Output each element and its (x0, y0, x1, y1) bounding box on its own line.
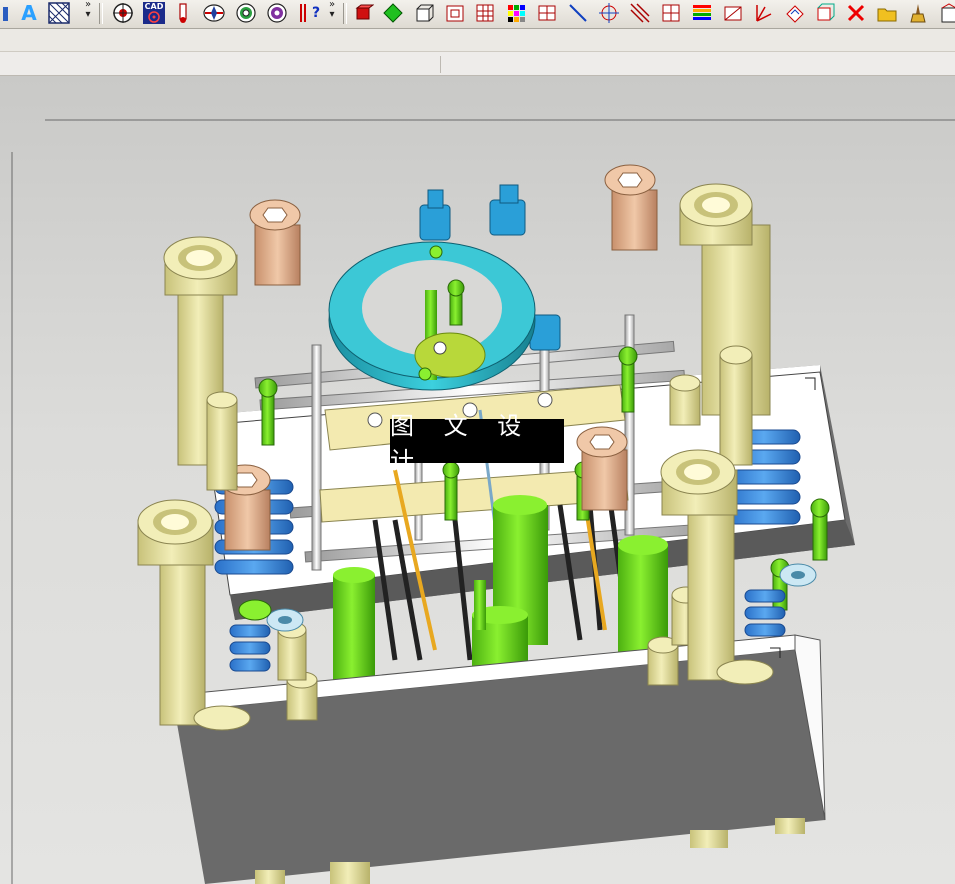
target-button[interactable] (596, 1, 622, 25)
view-cube-button[interactable] (812, 1, 838, 25)
document-tab-strip (0, 52, 955, 76)
target-icon (599, 3, 619, 23)
toolbar-separator (99, 3, 103, 24)
pattern-icon (48, 2, 70, 24)
toolbar-separator (343, 3, 347, 24)
cad-button[interactable]: CAD (141, 1, 167, 25)
axis-button[interactable] (750, 1, 776, 25)
rotate-view-icon (786, 5, 804, 23)
tab-divider (440, 56, 441, 73)
concentric-button[interactable] (233, 1, 259, 25)
overflow-glyph: » (84, 0, 92, 10)
hatch-icon (630, 3, 650, 23)
cross-grid-button[interactable] (658, 1, 684, 25)
socket-screw-back-right (604, 164, 658, 251)
mold-assembly-model (11, 119, 955, 884)
view-target-button[interactable] (110, 1, 136, 25)
line-button[interactable] (565, 1, 591, 25)
orbit-button[interactable] (264, 1, 290, 25)
section-view-button[interactable] (201, 1, 227, 25)
toolbar-overflow-1[interactable]: » ▾ (82, 0, 94, 26)
brush-icon (910, 4, 926, 23)
brush-button[interactable] (905, 1, 931, 25)
secondary-toolbar (0, 29, 955, 52)
grid-icon (476, 4, 494, 22)
red-block-icon (355, 4, 374, 20)
green-diamond-icon (383, 3, 403, 23)
grid-button[interactable] (472, 1, 498, 25)
view-target-icon (113, 3, 133, 23)
component-icon (538, 5, 556, 21)
red-block-button[interactable] (350, 1, 376, 25)
box-end-icon (941, 3, 955, 23)
line-icon (569, 4, 587, 22)
socket-screw-back-left (249, 199, 301, 286)
pattern-button[interactable] (46, 1, 72, 25)
cad-label: CAD (144, 2, 164, 11)
hatch-button[interactable] (627, 1, 653, 25)
frame-button[interactable] (442, 1, 468, 25)
toolbar-overflow-2[interactable]: » ▾ (326, 0, 338, 26)
green-diamond-button[interactable] (380, 1, 406, 25)
text-tool-button[interactable]: A (16, 1, 42, 25)
cad-target-icon (148, 11, 160, 23)
rotate-view-button[interactable] (781, 1, 807, 25)
box-end-button[interactable] (936, 1, 955, 25)
flat-part-button[interactable] (720, 1, 746, 25)
socket-screw-front-right (576, 426, 628, 511)
folder-button[interactable] (874, 1, 900, 25)
model-viewport[interactable]: 图 文 设 计 (0, 76, 955, 884)
orbit-icon (267, 3, 287, 23)
query-button[interactable]: ? (296, 1, 322, 25)
measure-button[interactable] (170, 1, 196, 25)
watermark-label: 图 文 设 计 (390, 412, 564, 475)
color-palette-icon (508, 5, 525, 22)
frame-icon (446, 5, 464, 22)
edge-icon[interactable] (0, 1, 12, 25)
cross-grid-icon (662, 4, 680, 22)
layers-button[interactable] (689, 1, 715, 25)
box-outline-button[interactable] (411, 1, 437, 25)
text-tool-glyph: A (21, 1, 37, 25)
box-outline-icon (416, 4, 434, 22)
locating-ring (328, 241, 536, 391)
delete-icon (847, 4, 865, 22)
folder-icon (877, 8, 897, 22)
probe-icon (299, 4, 306, 22)
overflow-glyph: » (328, 0, 336, 10)
layers-icon (693, 5, 711, 20)
flat-part-icon (724, 6, 742, 21)
thermometer-icon (179, 3, 187, 23)
axis-icon (756, 5, 772, 22)
section-view-icon (203, 4, 225, 22)
view-cube-icon (817, 3, 835, 21)
query-glyph: ? (311, 5, 321, 21)
main-toolbar: A » ▾ CAD ? » ▾ (0, 0, 955, 29)
color-palette-button[interactable] (503, 1, 529, 25)
concentric-icon (236, 3, 256, 23)
delete-button[interactable] (843, 1, 869, 25)
component-button[interactable] (534, 1, 560, 25)
